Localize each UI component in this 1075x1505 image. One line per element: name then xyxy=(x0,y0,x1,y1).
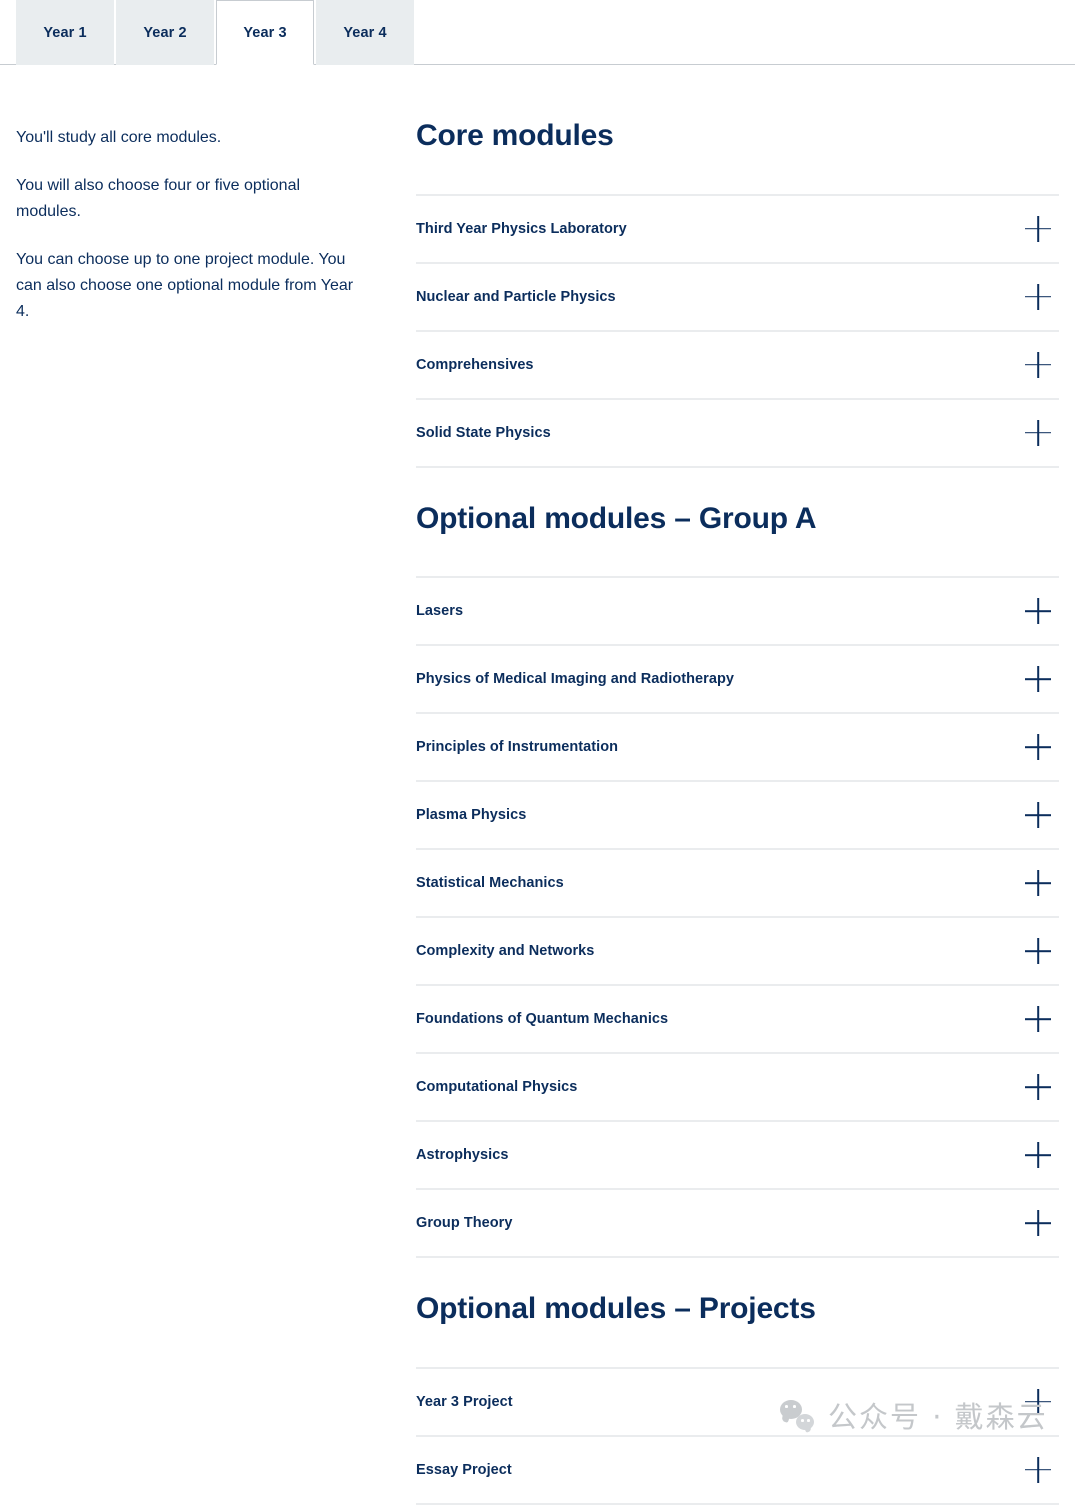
accordion-toggle[interactable]: Nuclear and Particle Physics xyxy=(416,264,1059,330)
accordion-item: Third Year Physics Laboratory xyxy=(416,196,1059,264)
accordion-item-label: Year 3 Project xyxy=(416,1393,513,1410)
accordion-toggle[interactable]: Lasers xyxy=(416,578,1059,644)
accordion: Year 3 Project Essay Project xyxy=(416,1366,1059,1505)
plus-icon[interactable] xyxy=(1025,734,1051,760)
plus-icon[interactable] xyxy=(1025,352,1051,378)
accordion-toggle[interactable]: Computational Physics xyxy=(416,1054,1059,1120)
plus-icon[interactable] xyxy=(1025,666,1051,692)
accordion-item: Comprehensives xyxy=(416,332,1059,400)
plus-icon[interactable] xyxy=(1025,1457,1051,1483)
accordion-item: Solid State Physics xyxy=(416,400,1059,468)
accordion-item: Plasma Physics xyxy=(416,782,1059,850)
intro-paragraph-2: You will also choose four or five option… xyxy=(16,176,301,220)
accordion-item: Group Theory xyxy=(416,1190,1059,1258)
accordion-item: Statistical Mechanics xyxy=(416,850,1059,918)
plus-icon[interactable] xyxy=(1025,420,1051,446)
accordion-item-label: Plasma Physics xyxy=(416,807,527,823)
tab-year-1[interactable]: Year 1 xyxy=(16,0,114,65)
accordion-item-label: Third Year Physics Laboratory xyxy=(416,220,627,237)
modules-section: Core modules Third Year Physics Laborator… xyxy=(416,119,1059,468)
accordion-item-label: Solid State Physics xyxy=(416,424,551,441)
page-content: You'll study all core modules. You will … xyxy=(0,65,1075,1505)
accordion-toggle[interactable]: Statistical Mechanics xyxy=(416,850,1059,916)
plus-icon[interactable] xyxy=(1025,1210,1051,1236)
plus-icon[interactable] xyxy=(1025,1389,1051,1415)
modules-section: Optional modules – Group A Lasers Physics … xyxy=(416,501,1059,1258)
accordion-toggle[interactable]: Physics of Medical Imaging and Radiother… xyxy=(416,646,1059,712)
accordion-item-label: Foundations of Quantum Mechanics xyxy=(416,1011,669,1027)
plus-icon[interactable] xyxy=(1025,284,1051,310)
accordion-item: Lasers xyxy=(416,578,1059,646)
plus-icon[interactable] xyxy=(1025,1074,1051,1100)
accordion-item: Year 3 Project xyxy=(416,1369,1059,1437)
accordion-toggle[interactable]: Solid State Physics xyxy=(416,400,1059,466)
accordion-toggle[interactable]: Principles of Instrumentation xyxy=(416,714,1059,780)
accordion-item: Complexity and Networks xyxy=(416,918,1059,986)
accordion-toggle[interactable]: Essay Project xyxy=(416,1437,1059,1503)
accordion-item: Astrophysics xyxy=(416,1122,1059,1190)
year-tabs: Year 1 Year 2 Year 3 Year 4 xyxy=(16,0,416,65)
accordion-toggle[interactable]: Year 3 Project xyxy=(416,1369,1059,1435)
accordion-toggle[interactable]: Third Year Physics Laboratory xyxy=(416,196,1059,262)
section-heading: Optional modules – Projects xyxy=(416,1292,816,1325)
accordion-item: Foundations of Quantum Mechanics xyxy=(416,986,1059,1054)
accordion-item-label: Nuclear and Particle Physics xyxy=(416,288,616,305)
accordion-item-label: Complexity and Networks xyxy=(416,943,595,959)
accordion-toggle[interactable]: Plasma Physics xyxy=(416,782,1059,848)
section-heading: Core modules xyxy=(416,119,614,152)
plus-icon[interactable] xyxy=(1025,1006,1051,1032)
intro-column: You'll study all core modules. You will … xyxy=(0,125,400,346)
accordion-item: Essay Project xyxy=(416,1437,1059,1505)
accordion-item-label: Physics of Medical Imaging and Radiother… xyxy=(416,671,734,687)
plus-icon[interactable] xyxy=(1025,216,1051,242)
plus-icon[interactable] xyxy=(1025,938,1051,964)
accordion-item-label: Principles of Instrumentation xyxy=(416,739,619,755)
accordion-item-label: Astrophysics xyxy=(416,1147,509,1163)
accordion-item-label: Statistical Mechanics xyxy=(416,875,564,891)
accordion: Lasers Physics of Medical Imaging and Rad… xyxy=(416,576,1059,1258)
accordion-item: Principles of Instrumentation xyxy=(416,714,1059,782)
accordion-toggle[interactable]: Group Theory xyxy=(416,1190,1059,1256)
intro-paragraph-1: You'll study all core modules. xyxy=(16,129,222,146)
plus-icon[interactable] xyxy=(1025,1142,1051,1168)
accordion-toggle[interactable]: Complexity and Networks xyxy=(416,918,1059,984)
accordion-item-label: Lasers xyxy=(416,603,464,619)
accordion-item-label: Computational Physics xyxy=(416,1079,578,1095)
accordion-toggle[interactable]: Astrophysics xyxy=(416,1122,1059,1188)
modules-section: Optional modules – Projects Year 3 Projec… xyxy=(416,1292,1059,1505)
plus-icon[interactable] xyxy=(1025,598,1051,624)
accordion-toggle[interactable]: Comprehensives xyxy=(416,332,1059,398)
accordion-item-label: Comprehensives xyxy=(416,356,534,373)
accordion-item: Nuclear and Particle Physics xyxy=(416,264,1059,332)
tab-year-3[interactable]: Year 3 xyxy=(216,0,314,65)
plus-icon[interactable] xyxy=(1025,802,1051,828)
accordion-item-label: Essay Project xyxy=(416,1461,512,1478)
accordion-toggle[interactable]: Foundations of Quantum Mechanics xyxy=(416,986,1059,1052)
plus-icon[interactable] xyxy=(1025,870,1051,896)
tab-year-4[interactable]: Year 4 xyxy=(316,0,414,65)
intro-paragraph-3: You can choose up to one project module.… xyxy=(16,250,354,320)
accordion-item-label: Group Theory xyxy=(416,1215,513,1231)
accordion-item: Physics of Medical Imaging and Radiother… xyxy=(416,646,1059,714)
accordion: Third Year Physics Laboratory Nuclear and… xyxy=(416,193,1059,468)
year-tab-bar: Year 1 Year 2 Year 3 Year 4 xyxy=(0,0,1075,65)
section-heading: Optional modules – Group A xyxy=(416,501,817,535)
tab-year-2[interactable]: Year 2 xyxy=(116,0,214,65)
modules-column: Core modules Third Year Physics Laborator… xyxy=(400,119,1075,1505)
accordion-item: Computational Physics xyxy=(416,1054,1059,1122)
